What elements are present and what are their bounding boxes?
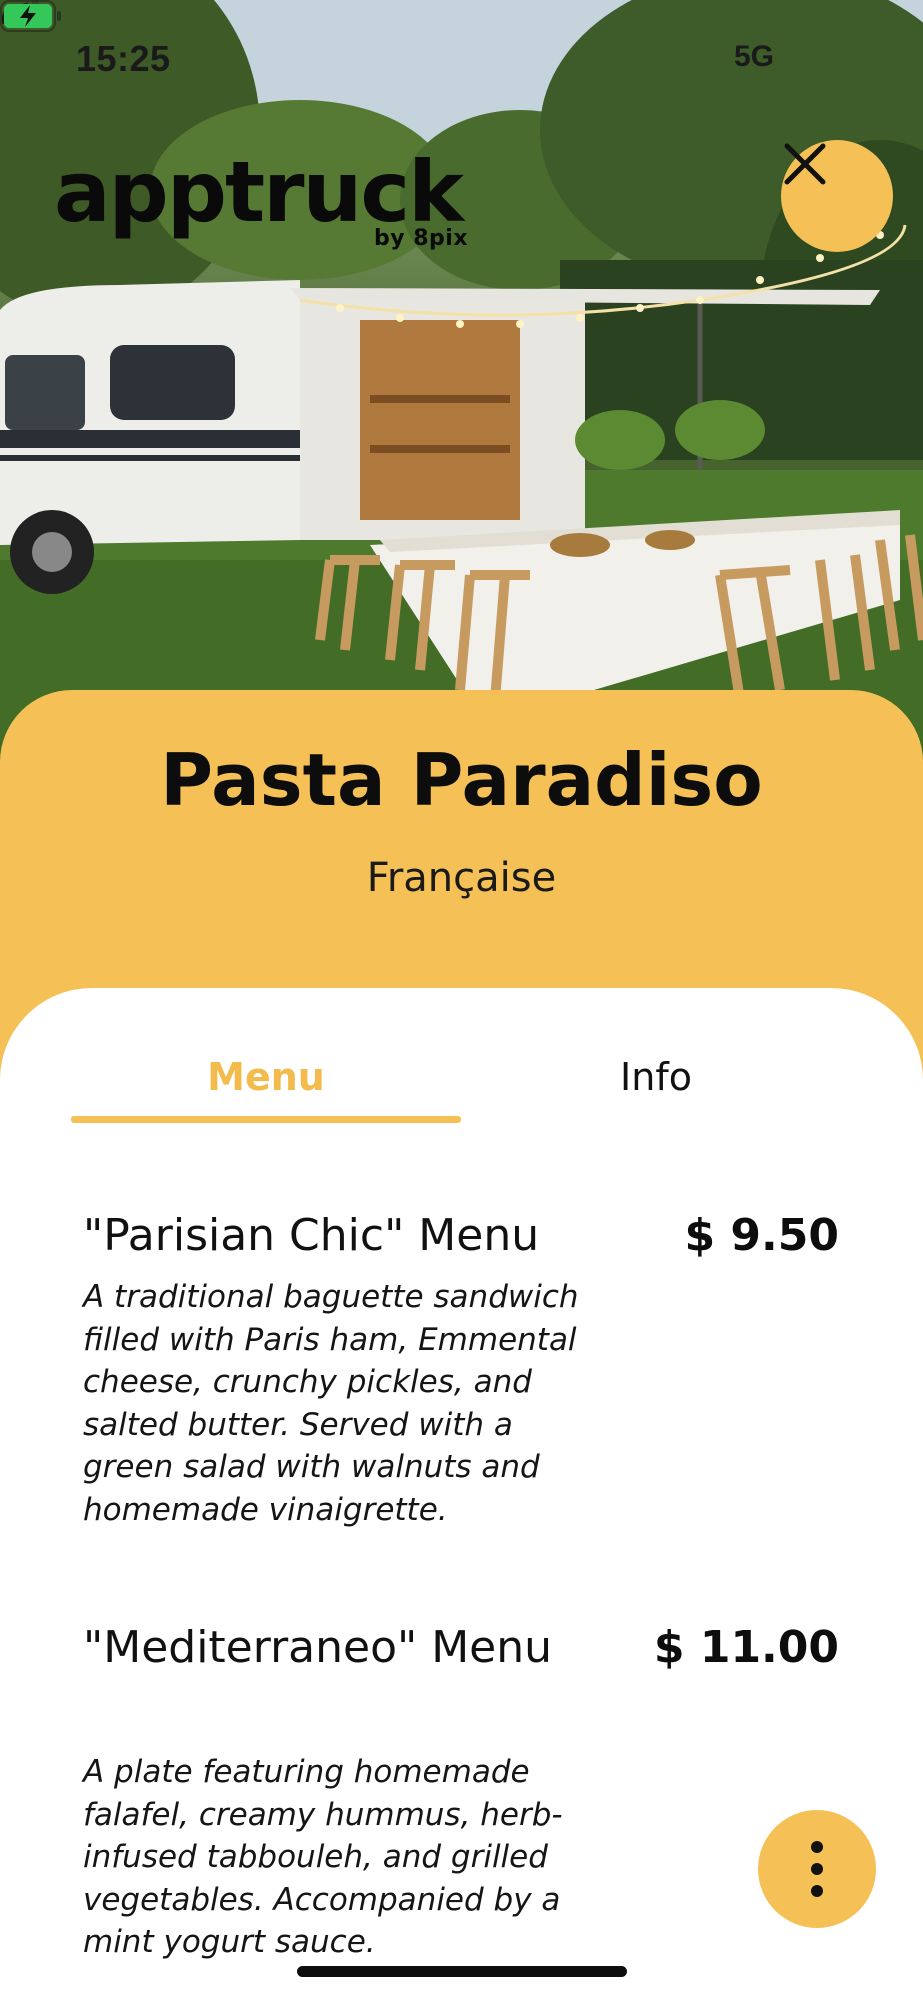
menu-item-description: A plate featuring homemade falafel, crea…	[83, 1754, 563, 1961]
network-type: 5G	[734, 40, 775, 73]
brand-logo: apptruck	[54, 143, 464, 241]
menu-item-description: A traditional baguette sandwich filled w…	[83, 1279, 579, 1528]
close-icon	[784, 143, 826, 185]
menu-item-name[interactable]: "Mediterraneo" Menu	[83, 1617, 603, 1679]
active-tab-indicator	[71, 1116, 461, 1123]
tab-menu[interactable]: Menu	[71, 1055, 461, 1099]
home-indicator	[297, 1966, 627, 1977]
battery-charging-icon	[0, 0, 61, 32]
cuisine-subtitle: Française	[366, 855, 557, 901]
menu-item-price: $ 9.50	[684, 1210, 840, 1261]
tab-info[interactable]: Info	[461, 1055, 851, 1099]
close-button[interactable]	[781, 140, 893, 252]
menu-item-name[interactable]: "Parisian Chic" Menu	[83, 1205, 603, 1267]
menu-item-price: $ 11.00	[653, 1622, 839, 1673]
status-time: 15:25	[76, 38, 171, 79]
page-title: Pasta Paradiso	[160, 738, 763, 822]
food-truck-photo	[0, 0, 923, 760]
hero-image: 15:25 5G apptruck by 8pix	[0, 0, 923, 760]
more-vertical-icon	[811, 1841, 823, 1897]
more-options-button[interactable]	[758, 1810, 876, 1928]
brand-byline: by 8pix	[374, 226, 469, 251]
